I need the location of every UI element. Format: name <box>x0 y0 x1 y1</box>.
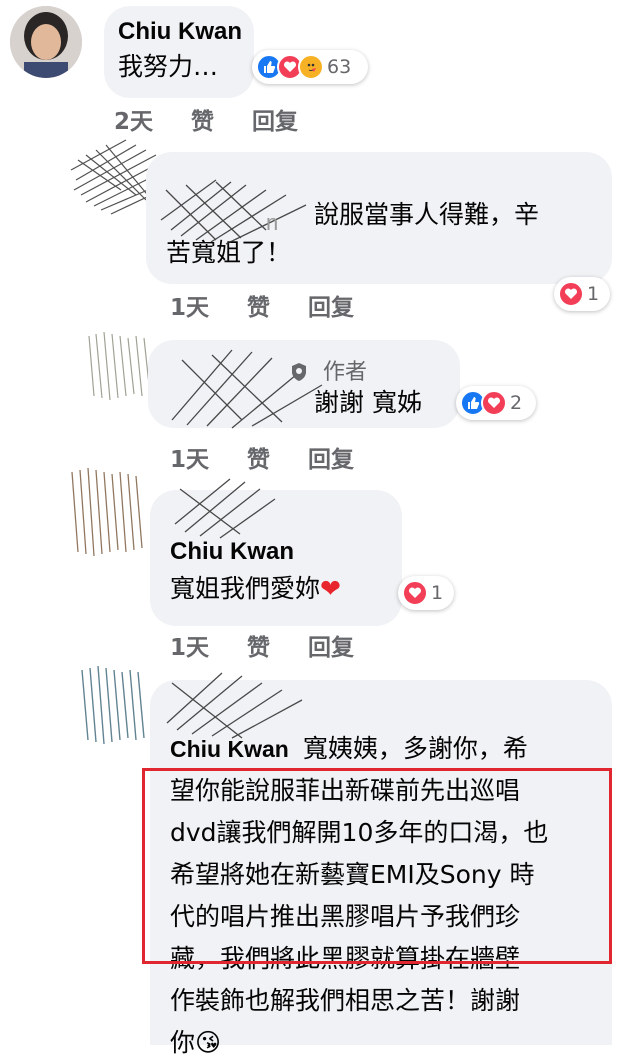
comment-bubble: Chiu Kwan 寬姐我們愛妳❤ <box>150 478 402 626</box>
author-badge-label: 作者 <box>323 360 368 385</box>
comment-time[interactable]: 1天 <box>170 288 209 322</box>
shield-icon <box>292 363 306 381</box>
comment-line-text: 你 <box>170 1028 196 1057</box>
comment-text: 我努力… <box>118 52 219 81</box>
like-button[interactable]: 赞 <box>191 102 214 136</box>
love-icon <box>402 580 428 606</box>
comment-bubble: Chiu Kwan 我努力… <box>104 6 254 98</box>
reaction-summary[interactable]: 1 <box>398 576 454 610</box>
reaction-summary[interactable]: 2 <box>456 386 536 420</box>
like-button[interactable]: 赞 <box>247 288 270 322</box>
kiss-emoji-icon: 😘 <box>195 1028 222 1057</box>
comment-time[interactable]: 1天 <box>170 440 209 474</box>
author-badge: 作者 <box>290 354 367 386</box>
comment-bubble: n 說服當事人得難，辛 苦寬姐了！ <box>146 152 612 284</box>
comment-line-text: 寬姨姨，多謝你，希 <box>302 734 528 763</box>
comment-actions: 1天 赞 回复 <box>170 288 384 322</box>
comment-time[interactable]: 1天 <box>170 628 209 662</box>
comment-author[interactable]: Chiu Kwan <box>118 18 242 46</box>
reaction-count: 63 <box>327 56 352 78</box>
heart-emoji-icon: ❤ <box>320 574 341 603</box>
care-icon <box>298 54 324 80</box>
redacted-author-name: n <box>160 179 307 245</box>
love-icon <box>558 281 584 307</box>
reaction-count: 1 <box>587 283 600 305</box>
highlight-box <box>142 768 612 964</box>
redacted-author-name <box>166 672 303 739</box>
comment-text: 寬姐我們愛妳❤ <box>170 570 382 608</box>
reply-button[interactable]: 回复 <box>252 102 298 136</box>
reaction-count: 2 <box>510 392 523 414</box>
comment-actions: 1天 赞 回复 <box>170 628 384 662</box>
reaction-count: 1 <box>431 582 444 604</box>
like-button[interactable]: 赞 <box>247 628 270 662</box>
comment-text-body: 寬姐我們愛妳 <box>170 574 321 603</box>
reply-button[interactable]: 回复 <box>308 628 354 662</box>
reaction-summary[interactable]: 1 <box>554 277 610 311</box>
svg-text:n: n <box>266 210 278 235</box>
comment-actions: 1天 赞 回复 <box>170 440 384 474</box>
reply-button[interactable]: 回复 <box>308 288 354 322</box>
avatar[interactable] <box>10 6 82 78</box>
love-icon <box>481 390 507 416</box>
redacted-author-name <box>174 478 276 539</box>
like-button[interactable]: 赞 <box>247 440 270 474</box>
reply-button[interactable]: 回复 <box>308 440 354 474</box>
reaction-summary[interactable]: 63 <box>252 50 368 84</box>
comment-bubble: 作者 謝謝 寬姊 <box>148 340 460 429</box>
comment-line: 作裝飾也解我們相思之苦！謝謝 <box>170 986 521 1015</box>
redacted-avatar <box>71 467 143 557</box>
comment-line: 你😘 <box>170 1022 592 1064</box>
